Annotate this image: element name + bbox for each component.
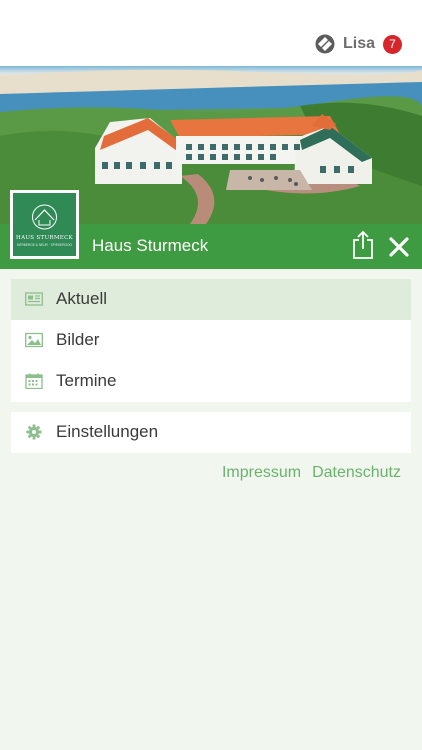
- menu-item-label: Aktuell: [56, 289, 108, 308]
- datenschutz-link[interactable]: Datenschutz: [312, 464, 401, 482]
- notification-badge: 7: [383, 34, 402, 54]
- impressum-link[interactable]: Impressum: [222, 464, 301, 482]
- menu-main: Aktuell Bilder Termine: [11, 279, 411, 402]
- menu-settings: Einstellungen: [11, 412, 411, 453]
- menu-item-label: Einstellungen: [56, 422, 159, 441]
- house-logo-icon: [32, 204, 57, 230]
- image-icon: [25, 332, 43, 348]
- page-title: Haus Sturmeck: [92, 236, 209, 255]
- gear-icon: [26, 424, 42, 440]
- menu-item-einstellungen[interactable]: Einstellungen: [11, 412, 411, 453]
- logo-text: HAUS STURMECK: [16, 235, 73, 241]
- close-button[interactable]: [386, 234, 412, 260]
- share-button[interactable]: [350, 230, 376, 260]
- house-logo: HAUS STURMECK HERBERGE & NEUR · SPIEKERO…: [10, 190, 79, 259]
- app-logo-icon: [315, 34, 335, 54]
- newspaper-icon: [25, 292, 43, 306]
- menu-item-aktuell[interactable]: Aktuell: [11, 279, 411, 320]
- menu-item-label: Bilder: [56, 330, 100, 349]
- menu-item-bilder[interactable]: Bilder: [11, 320, 411, 361]
- top-bar: Lisa 7: [0, 0, 422, 66]
- user-menu[interactable]: Lisa 7: [315, 33, 402, 55]
- footer-links: Impressum Datenschutz: [222, 464, 401, 482]
- menu-item-label: Termine: [56, 371, 117, 390]
- close-icon: [389, 237, 409, 257]
- logo-subtext: HERBERGE & NEUR · SPIEKEROOG: [17, 243, 72, 247]
- user-name: Lisa: [342, 35, 375, 52]
- calendar-icon: [25, 373, 43, 389]
- share-icon: [353, 230, 373, 259]
- menu-item-termine[interactable]: Termine: [11, 361, 411, 402]
